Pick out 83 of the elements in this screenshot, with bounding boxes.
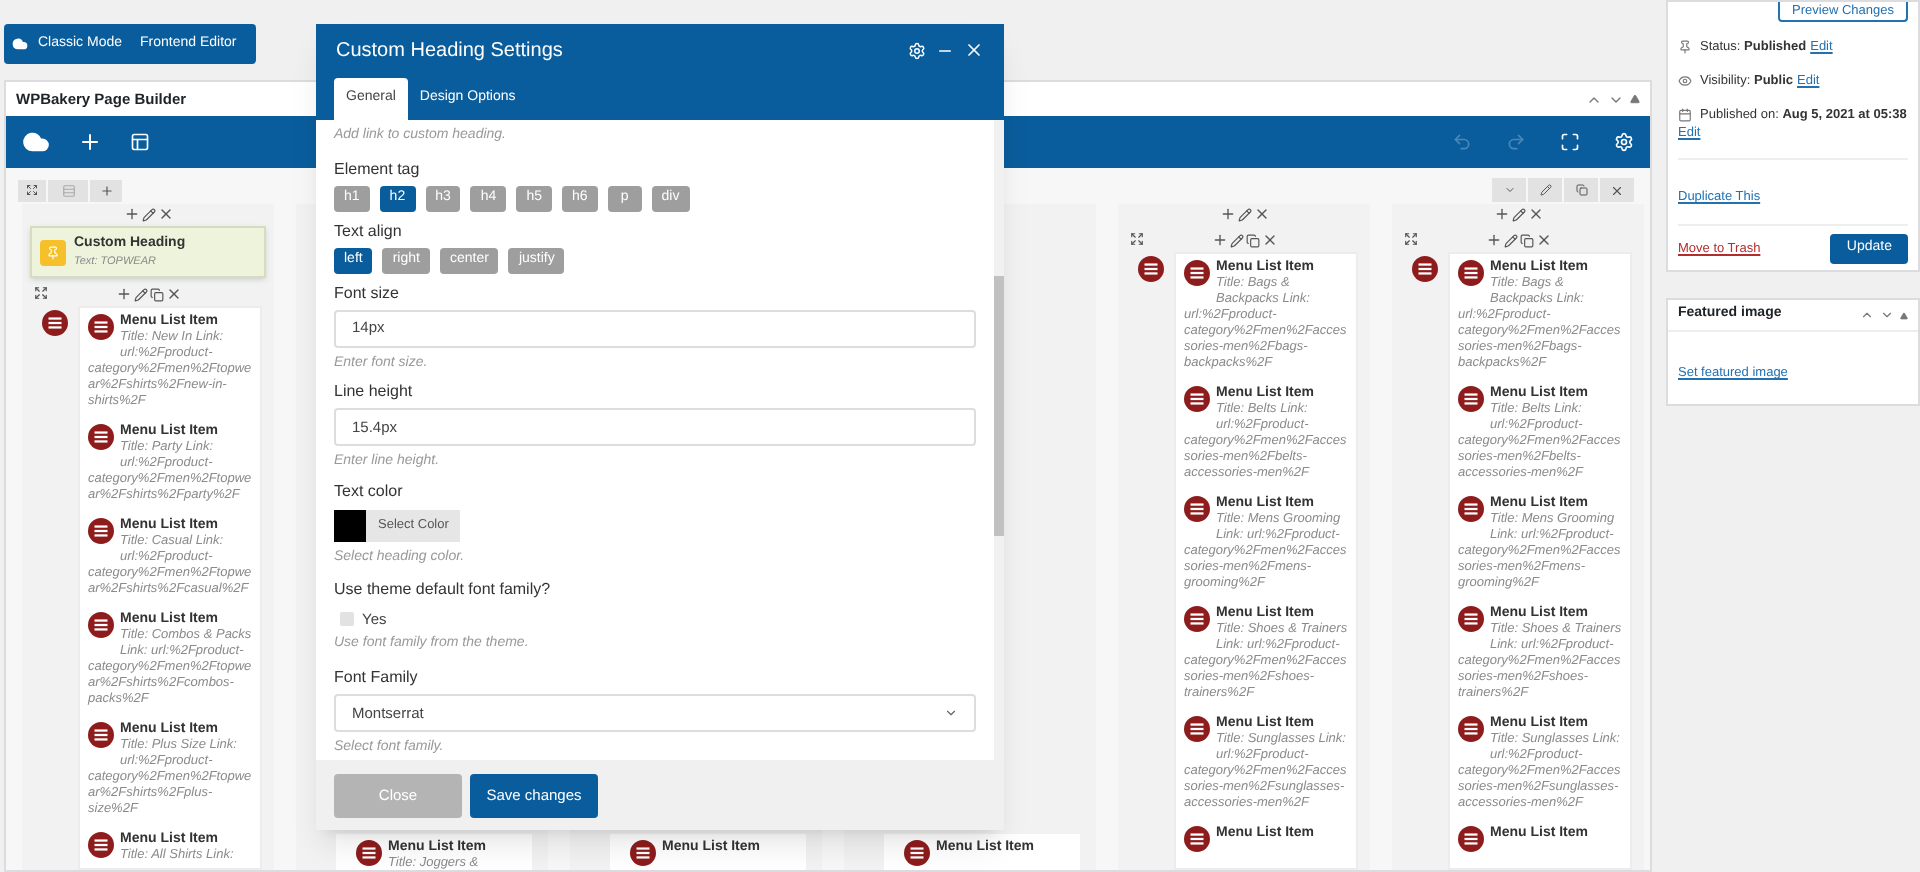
edit-icon[interactable] [133, 287, 147, 301]
menu-list-icon [88, 722, 114, 748]
add-icon[interactable] [1219, 206, 1235, 222]
field-label: Text align [334, 219, 404, 243]
pin-icon [46, 245, 60, 259]
edit-icon [1539, 184, 1551, 196]
menu-list-icon [1184, 826, 1210, 852]
menu-list-icon [1184, 386, 1210, 412]
close-icon[interactable] [964, 40, 984, 60]
row-edit-button[interactable] [1528, 178, 1562, 202]
field-label: Font Family [334, 665, 420, 690]
settings-icon[interactable] [1614, 132, 1634, 152]
menu-list-icon [1458, 826, 1484, 852]
field-label: Line height [334, 380, 415, 404]
menu-list-icon [1458, 496, 1484, 522]
clone-icon[interactable] [149, 287, 163, 301]
menu-list-icon [88, 832, 114, 858]
delete-icon[interactable] [165, 286, 181, 302]
expand-icon[interactable] [1130, 232, 1144, 246]
clone-icon [1575, 184, 1587, 196]
checkbox[interactable] [340, 612, 354, 627]
menu-list-icon [1184, 716, 1210, 742]
delete-icon[interactable] [1253, 206, 1269, 222]
add-icon[interactable] [78, 130, 102, 154]
edit-icon[interactable] [141, 207, 155, 221]
settings-icon[interactable] [908, 41, 926, 59]
expand-icon[interactable] [34, 286, 48, 300]
delete-icon[interactable] [157, 206, 173, 222]
chevron-down-icon [944, 705, 958, 720]
edit-icon[interactable] [1511, 207, 1525, 221]
menu-list-icon [1458, 716, 1484, 742]
scrollbar[interactable] [994, 120, 1004, 760]
row-toggle-button[interactable] [1492, 178, 1526, 202]
layout-icon[interactable] [130, 132, 150, 152]
add-icon[interactable] [1485, 232, 1501, 248]
menu-list-icon [42, 310, 68, 336]
cloud-icon[interactable] [22, 128, 50, 156]
add-icon[interactable] [123, 206, 139, 222]
field-label: Element tag [334, 157, 422, 181]
eye-icon [1678, 74, 1692, 89]
fullscreen-icon[interactable] [1560, 132, 1580, 152]
field-label: Text color [334, 479, 405, 503]
chevron-up-icon[interactable] [1860, 308, 1874, 322]
clone-icon[interactable] [1245, 233, 1259, 247]
add-icon [99, 183, 113, 197]
add-icon[interactable] [1211, 232, 1227, 248]
menu-list-icon [88, 612, 114, 638]
pin-icon [1678, 40, 1692, 55]
menu-list-icon [1458, 386, 1484, 412]
menu-list-icon [1184, 606, 1210, 632]
menu-list-icon [88, 424, 114, 450]
menu-list-icon [1412, 256, 1438, 282]
delete-icon[interactable] [1535, 232, 1551, 248]
grid-icon [61, 183, 75, 197]
delete-icon[interactable] [1527, 206, 1543, 222]
color-swatch[interactable] [334, 509, 366, 541]
edit-icon[interactable] [1503, 233, 1517, 247]
menu-list-icon [88, 314, 114, 340]
clone-icon[interactable] [1519, 233, 1533, 247]
menu-list-icon [1184, 260, 1210, 286]
delete-icon [1610, 183, 1624, 197]
menu-list-icon [1138, 256, 1164, 282]
expand-icon[interactable] [1404, 232, 1418, 246]
edit-icon[interactable] [1229, 233, 1243, 247]
menu-list-icon [88, 518, 114, 544]
triangle-icon[interactable] [1900, 311, 1908, 319]
chevron-down-icon[interactable] [1880, 308, 1894, 322]
triangle-icon[interactable] [1630, 94, 1640, 104]
menu-list-icon [1458, 606, 1484, 632]
field-label: Font size [334, 281, 401, 305]
row-expand-button[interactable] [18, 179, 46, 201]
add-icon[interactable] [1493, 206, 1509, 222]
row-add-button[interactable] [90, 179, 122, 201]
cloud-icon [12, 36, 28, 52]
menu-list-icon [1184, 496, 1210, 522]
field-label: Use theme default font family? [334, 578, 553, 602]
dialog-title: Custom Heading Settings [336, 37, 563, 65]
add-icon[interactable] [115, 286, 131, 302]
edit-icon[interactable] [1237, 207, 1251, 221]
calendar-icon [1678, 107, 1692, 122]
chevron-down-icon [1503, 184, 1515, 196]
menu-list-icon [1458, 260, 1484, 286]
delete-icon[interactable] [1261, 232, 1277, 248]
